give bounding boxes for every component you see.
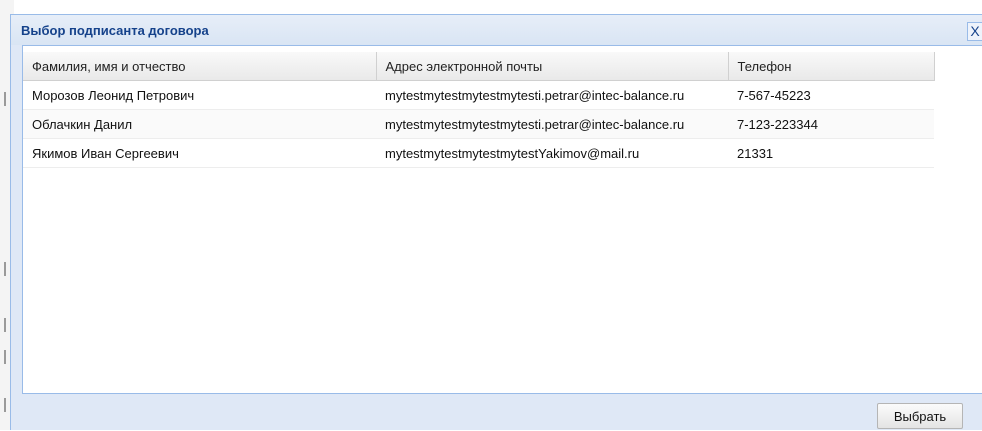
cell-phone: 21331 [728, 138, 934, 168]
column-header-full-name[interactable]: Фамилия, имя и отчество [23, 52, 377, 81]
cell-phone: 7-567-45223 [728, 80, 934, 110]
cell-email: mytestmytestmytestmytesti.petrar@intec-b… [376, 109, 728, 139]
background-mark [4, 350, 6, 364]
cell-full-name: Облачкин Данил [23, 109, 376, 139]
grid-header-row: Фамилия, имя и отчество Адрес электронно… [23, 52, 935, 81]
dialog-footer: Выбрать [11, 395, 982, 431]
signer-selection-dialog: Выбор подписанта договора X Фамилия, имя… [10, 14, 982, 430]
background-mark [4, 92, 6, 106]
table-row[interactable]: Якимов Иван Сергеевич mytestmytestmytest… [23, 138, 934, 168]
dialog-title: Выбор подписанта договора [21, 23, 209, 38]
cell-phone: 7-123-223344 [728, 109, 934, 139]
background-mark [4, 398, 6, 412]
background-mark [4, 262, 6, 276]
cell-email: mytestmytestmytestmytestYakimov@mail.ru [376, 138, 728, 168]
select-button[interactable]: Выбрать [877, 403, 963, 429]
close-icon[interactable]: X [967, 22, 982, 41]
dialog-header[interactable]: Выбор подписанта договора X [11, 15, 982, 45]
signer-grid: Фамилия, имя и отчество Адрес электронно… [23, 52, 935, 168]
signer-grid-panel: Фамилия, имя и отчество Адрес электронно… [22, 45, 982, 394]
cell-full-name: Якимов Иван Сергеевич [23, 138, 376, 168]
table-row[interactable]: Облачкин Данил mytestmytestmytestmytesti… [23, 109, 934, 139]
cell-email: mytestmytestmytestmytesti.petrar@intec-b… [376, 80, 728, 110]
cell-full-name: Морозов Леонид Петрович [23, 80, 376, 110]
table-row[interactable]: Морозов Леонид Петрович mytestmytestmyte… [23, 80, 934, 110]
column-header-phone[interactable]: Телефон [728, 52, 935, 81]
background-mark [4, 318, 6, 332]
column-header-email[interactable]: Адрес электронной почты [376, 52, 729, 81]
